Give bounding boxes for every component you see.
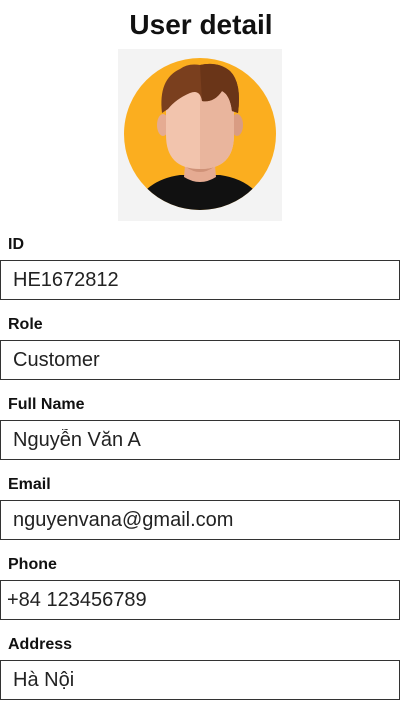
email-field[interactable] <box>0 500 400 540</box>
role-label: Role <box>8 316 43 333</box>
page-title: User detail <box>129 9 273 40</box>
avatar <box>118 49 282 221</box>
full-name-field[interactable] <box>0 420 400 460</box>
address-field[interactable] <box>0 660 400 700</box>
id-label: ID <box>8 236 24 253</box>
id-field[interactable] <box>0 260 400 300</box>
role-field[interactable] <box>0 340 400 380</box>
address-label: Address <box>8 636 73 653</box>
email-label: Email <box>8 476 51 493</box>
user-avatar-icon <box>124 58 276 210</box>
phone-label: Phone <box>8 556 57 573</box>
user-detail-page: User detail ID HE1672812 Role Customer F… <box>0 0 402 701</box>
full-name-label: Full Name <box>8 396 85 413</box>
phone-field[interactable] <box>0 580 400 620</box>
